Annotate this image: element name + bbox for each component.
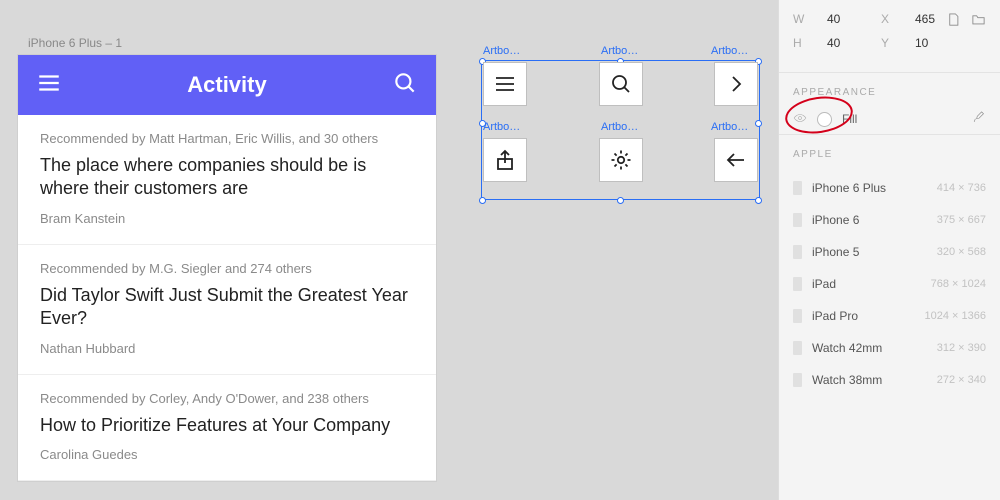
- device-dimensions: 320 × 568: [937, 246, 986, 258]
- hamburger-icon[interactable]: [36, 70, 62, 101]
- fill-row[interactable]: Fill: [793, 110, 986, 128]
- device-dimensions: 272 × 340: [937, 374, 986, 386]
- article-headline: How to Prioritize Features at Your Compa…: [40, 414, 414, 437]
- icon-artboard-arrow-left[interactable]: [714, 138, 758, 182]
- artboard-name[interactable]: Artbo…: [601, 45, 638, 57]
- resize-handle[interactable]: [755, 120, 762, 127]
- resize-handle[interactable]: [479, 197, 486, 204]
- device-preset-section: APPLE iPhone 6 Plus 414 × 736 iPhone 6 3…: [779, 135, 1000, 500]
- recommendation-text: Recommended by Matt Hartman, Eric Willis…: [40, 131, 414, 146]
- artboard-name[interactable]: Artbo…: [711, 45, 748, 57]
- height-value[interactable]: 40: [827, 36, 859, 50]
- icon-artboard-gear[interactable]: [599, 138, 643, 182]
- eyedropper-icon[interactable]: [971, 110, 986, 128]
- section-title: APPEARANCE: [793, 87, 986, 98]
- device-name: iPhone 5: [812, 245, 859, 259]
- device-name: iPad Pro: [812, 309, 858, 323]
- y-value[interactable]: 10: [915, 36, 947, 50]
- x-value[interactable]: 465: [915, 12, 947, 26]
- device-dimensions: 375 × 667: [937, 214, 986, 226]
- height-label: H: [793, 36, 805, 50]
- article-author: Bram Kanstein: [40, 211, 414, 226]
- device-name: iPhone 6 Plus: [812, 181, 886, 195]
- device-thumb-icon: [793, 277, 802, 291]
- device-preset[interactable]: iPhone 6 Plus 414 × 736: [779, 172, 1000, 204]
- fill-swatch[interactable]: [817, 112, 832, 127]
- device-preset[interactable]: iPhone 6 375 × 667: [779, 204, 1000, 236]
- device-name: iPad: [812, 277, 836, 291]
- device-dimensions: 312 × 390: [937, 342, 986, 354]
- device-thumb-icon: [793, 341, 802, 355]
- device-dimensions: 414 × 736: [937, 182, 986, 194]
- page-title: Activity: [62, 72, 392, 98]
- section-title: APPLE: [779, 149, 1000, 160]
- article-author: Nathan Hubbard: [40, 341, 414, 356]
- search-icon[interactable]: [392, 70, 418, 101]
- artboard-name[interactable]: Artbo…: [483, 45, 520, 57]
- device-thumb-icon: [793, 245, 802, 259]
- resize-handle[interactable]: [617, 197, 624, 204]
- x-label: X: [881, 12, 893, 26]
- device-name: Watch 42mm: [812, 341, 882, 355]
- article-headline: Did Taylor Swift Just Submit the Greates…: [40, 284, 414, 331]
- phone-header: Activity: [18, 55, 436, 115]
- icon-artboards-selection[interactable]: Artbo… Artbo… Artbo… Artbo… Artbo… Artbo…: [483, 62, 758, 214]
- fill-label: Fill: [842, 112, 857, 126]
- folder-icon[interactable]: [971, 12, 986, 30]
- device-preset[interactable]: iPhone 5 320 × 568: [779, 236, 1000, 268]
- article-headline: The place where companies should be is w…: [40, 154, 414, 201]
- artboard-name[interactable]: Artbo…: [711, 121, 748, 133]
- y-label: Y: [881, 36, 893, 50]
- icon-artboard-search[interactable]: [599, 62, 643, 106]
- device-dimensions: 1024 × 1366: [925, 310, 986, 322]
- width-value[interactable]: 40: [827, 12, 859, 26]
- device-thumb-icon: [793, 181, 802, 195]
- geometry-section: W 40 X 465 H 40 Y 10: [779, 0, 1000, 73]
- recommendation-text: Recommended by M.G. Siegler and 274 othe…: [40, 261, 414, 276]
- appearance-section: APPEARANCE Fill: [779, 73, 1000, 135]
- device-preset[interactable]: Watch 38mm 272 × 340: [779, 364, 1000, 396]
- device-preset[interactable]: iPad Pro 1024 × 1366: [779, 300, 1000, 332]
- inspector-panel: W 40 X 465 H 40 Y 10 APPEARANCE Fill APP…: [778, 0, 1000, 500]
- device-thumb-icon: [793, 309, 802, 323]
- canvas-area[interactable]: iPhone 6 Plus – 1 Activity Recommended b…: [0, 0, 778, 500]
- device-name: iPhone 6: [812, 213, 859, 227]
- device-thumb-icon: [793, 373, 802, 387]
- artboard-name[interactable]: Artbo…: [483, 121, 520, 133]
- width-label: W: [793, 12, 805, 26]
- device-dimensions: 768 × 1024: [931, 278, 986, 290]
- article-item[interactable]: Recommended by M.G. Siegler and 274 othe…: [18, 245, 436, 375]
- article-author: Carolina Guedes: [40, 447, 414, 462]
- page-icon[interactable]: [946, 12, 961, 30]
- artboard-name[interactable]: Artbo…: [601, 121, 638, 133]
- artboard-label: iPhone 6 Plus – 1: [28, 36, 122, 50]
- resize-handle[interactable]: [755, 197, 762, 204]
- visibility-icon[interactable]: [793, 111, 807, 128]
- article-item[interactable]: Recommended by Matt Hartman, Eric Willis…: [18, 115, 436, 245]
- icon-artboard-hamburger[interactable]: [483, 62, 527, 106]
- phone-artboard[interactable]: Activity Recommended by Matt Hartman, Er…: [18, 55, 436, 481]
- device-thumb-icon: [793, 213, 802, 227]
- article-item[interactable]: Recommended by Corley, Andy O'Dower, and…: [18, 375, 436, 481]
- icon-artboard-chevron-right[interactable]: [714, 62, 758, 106]
- device-name: Watch 38mm: [812, 373, 882, 387]
- icon-artboard-share[interactable]: [483, 138, 527, 182]
- device-preset[interactable]: Watch 42mm 312 × 390: [779, 332, 1000, 364]
- recommendation-text: Recommended by Corley, Andy O'Dower, and…: [40, 391, 414, 406]
- device-preset[interactable]: iPad 768 × 1024: [779, 268, 1000, 300]
